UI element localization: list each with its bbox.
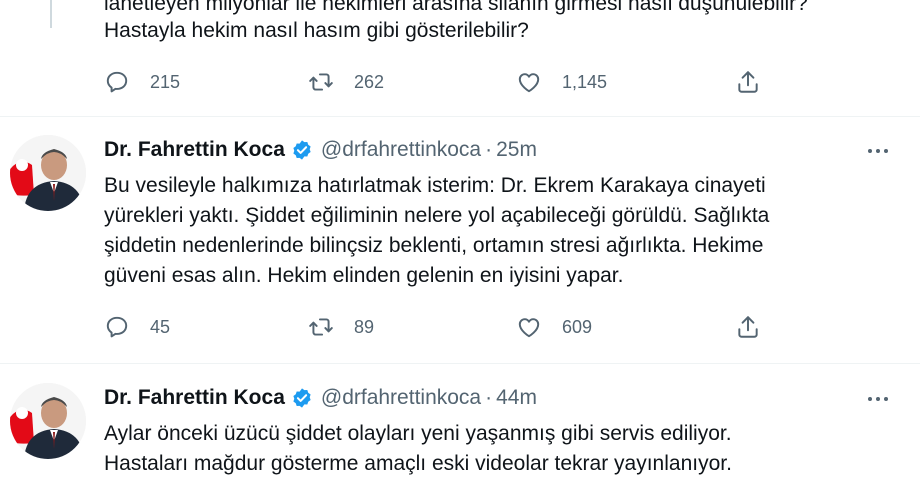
like-icon (516, 69, 542, 95)
author-handle[interactable]: @drfahrettinkoca (321, 385, 481, 411)
share-icon (735, 69, 761, 95)
tweet-2-text: Aylar önceki üzücü şiddet olayları yeni … (104, 419, 894, 479)
tweet-2-header: Dr. Fahrettin Koca @drfahrettinkoca · 44… (104, 385, 537, 411)
tweet-2-text-line: Hastaları mağdur gösterme amaçlı eski vi… (104, 452, 732, 475)
tweet-0-text: lanetleyen milyonlar ile hekimleri arası… (104, 0, 904, 44)
verified-badge-icon (291, 387, 313, 409)
retweet-icon (308, 314, 334, 340)
retweet-icon (308, 69, 334, 95)
more-icon[interactable] (868, 149, 888, 153)
tweet-0-text-line: Hastayla hekim nasıl hasım gibi gösteril… (104, 19, 529, 42)
tweet-1-actions: 45 89 609 (104, 314, 784, 344)
avatar-image (10, 383, 86, 459)
author-handle[interactable]: @drfahrettinkoca (321, 137, 481, 163)
tweet-2-text-line: Aylar önceki üzücü şiddet olayları yeni … (104, 422, 732, 445)
like-button[interactable]: 609 (516, 314, 592, 340)
retweet-button[interactable]: 89 (308, 314, 374, 340)
reply-count: 45 (150, 316, 171, 337)
share-button[interactable] (735, 314, 761, 340)
reply-button[interactable]: 45 (104, 314, 170, 340)
like-count: 609 (562, 316, 593, 337)
reply-count: 215 (150, 71, 181, 92)
retweet-count: 262 (354, 71, 385, 92)
tweet-1-text-line: Bu vesileyle halkımıza hatırlatmak ister… (104, 174, 766, 197)
tweet-timestamp[interactable]: 44m (496, 385, 537, 411)
reply-icon (104, 314, 130, 340)
like-count: 1,145 (562, 71, 608, 92)
share-button[interactable] (735, 69, 761, 95)
tweet-divider (0, 116, 920, 117)
author-name[interactable]: Dr. Fahrettin Koca (104, 385, 285, 411)
avatar[interactable] (10, 135, 86, 211)
verified-badge-icon (291, 139, 313, 161)
avatar[interactable] (10, 383, 86, 459)
like-button[interactable]: 1,145 (516, 69, 607, 95)
retweet-button[interactable]: 262 (308, 69, 384, 95)
tweet-1-text-line: yürekleri yaktı. Şiddet eğiliminin neler… (104, 204, 770, 227)
tweet-1-text-line: şiddetin nedenlerinde bilinçsiz beklenti… (104, 234, 764, 257)
thread-connector-line (50, 0, 52, 28)
tweet-divider (0, 363, 920, 364)
author-name[interactable]: Dr. Fahrettin Koca (104, 137, 285, 163)
like-icon (516, 314, 542, 340)
retweet-count: 89 (354, 316, 375, 337)
tweet-timestamp[interactable]: 25m (496, 137, 537, 163)
tweet-1-text-line: güveni esas alın. Hekim elinden gelenin … (104, 264, 624, 287)
tweet-0-actions: 215 262 1,145 (104, 69, 784, 99)
tweet-1-header: Dr. Fahrettin Koca @drfahrettinkoca · 25… (104, 137, 537, 163)
avatar-image (10, 135, 86, 211)
separator-dot: · (485, 386, 493, 409)
separator-dot: · (485, 138, 493, 161)
reply-button[interactable]: 215 (104, 69, 180, 95)
tweet-1-text: Bu vesileyle halkımıza hatırlatmak ister… (104, 171, 894, 291)
share-icon (735, 314, 761, 340)
reply-icon (104, 69, 130, 95)
more-icon[interactable] (868, 397, 888, 401)
tweet-0-text-line: lanetleyen milyonlar ile hekimleri arası… (104, 0, 808, 15)
